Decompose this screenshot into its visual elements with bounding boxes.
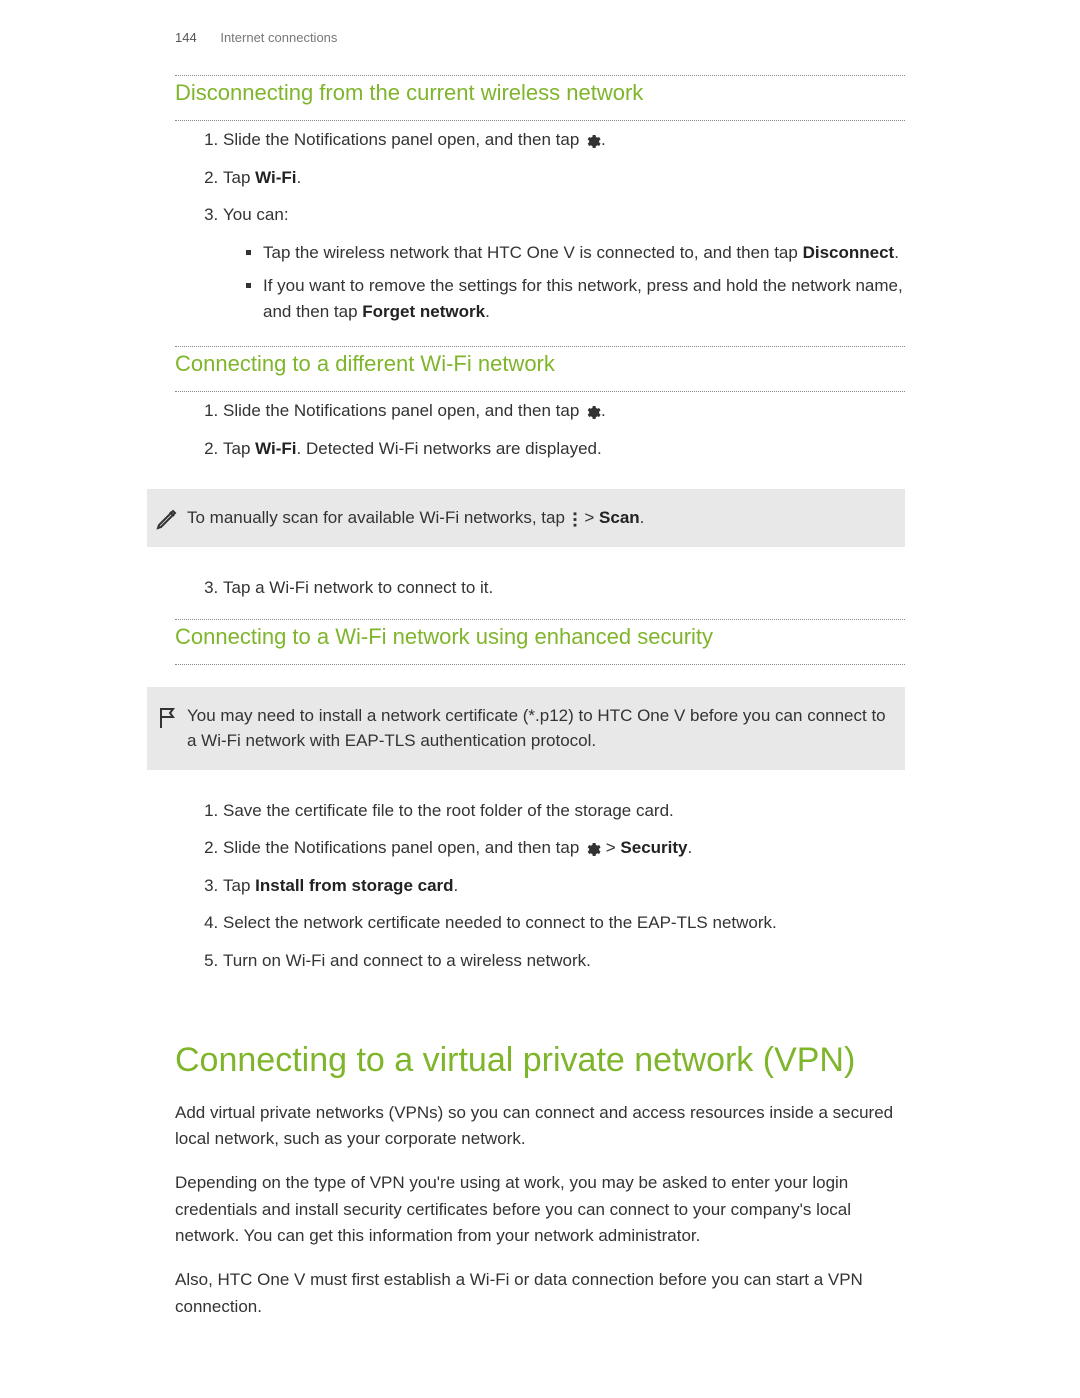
step-text: Select the network certificate needed to…: [223, 913, 777, 932]
body-paragraph: Add virtual private networks (VPNs) so y…: [175, 1100, 905, 1153]
subheading-enhanced-security: Connecting to a Wi-Fi network using enha…: [175, 624, 905, 650]
wifi-label: Wi-Fi: [255, 439, 296, 458]
step-text: .: [297, 168, 302, 187]
section-heading-vpn: Connecting to a virtual private network …: [175, 1039, 905, 1082]
tip-callout: To manually scan for available Wi-Fi net…: [147, 489, 905, 547]
forget-network-label: Forget network: [362, 302, 485, 321]
steps-list: Save the certificate file to the root fo…: [175, 792, 905, 980]
step-text: Slide the Notifications panel open, and …: [223, 401, 584, 420]
security-label: Security: [620, 838, 687, 857]
bullet-text: Tap the wireless network that HTC One V …: [263, 243, 803, 262]
wifi-label: Wi-Fi: [255, 168, 296, 187]
settings-gear-icon: [584, 840, 601, 857]
step-text: .: [601, 401, 606, 420]
bullet-text: .: [485, 302, 490, 321]
bullet-item: Tap the wireless network that HTC One V …: [263, 236, 905, 270]
step-item: Slide the Notifications panel open, and …: [223, 121, 905, 159]
step-item: Tap a Wi-Fi network to connect to it.: [223, 569, 905, 607]
step-text: .: [601, 130, 606, 149]
step-text: Slide the Notifications panel open, and …: [223, 838, 584, 857]
subheading-different-wifi: Connecting to a different Wi-Fi network: [175, 351, 905, 377]
step-item: Save the certificate file to the root fo…: [223, 792, 905, 830]
install-storage-label: Install from storage card: [255, 876, 453, 895]
step-text: Tap: [223, 876, 255, 895]
steps-list: Slide the Notifications panel open, and …: [175, 392, 905, 467]
step-item: Slide the Notifications panel open, and …: [223, 829, 905, 867]
settings-gear-icon: [584, 403, 601, 420]
step-text: Tap: [223, 439, 255, 458]
step-text: .: [454, 876, 459, 895]
callout-body: To manually scan for available Wi-Fi net…: [187, 505, 887, 531]
step-text: .: [688, 838, 693, 857]
overflow-menu-icon: [572, 510, 578, 527]
sub-bullet-list: Tap the wireless network that HTC One V …: [223, 236, 905, 329]
step-text: Tap: [223, 168, 255, 187]
callout-text: .: [640, 508, 645, 527]
step-item: Tap Wi-Fi. Detected Wi-Fi networks are d…: [223, 430, 905, 468]
flag-icon: [147, 703, 187, 729]
bullet-text: If you want to remove the settings for t…: [263, 276, 903, 321]
chapter-title: Internet connections: [220, 30, 337, 45]
divider: [175, 664, 905, 665]
step-item: You can: Tap the wireless network that H…: [223, 196, 905, 334]
step-text: Tap a Wi-Fi network to connect to it.: [223, 578, 493, 597]
scan-label: Scan: [599, 508, 640, 527]
step-text: Save the certificate file to the root fo…: [223, 801, 674, 820]
step-item: Tap Install from storage card.: [223, 867, 905, 905]
callout-text: >: [580, 508, 599, 527]
divider: [175, 619, 905, 620]
body-paragraph: Depending on the type of VPN you're usin…: [175, 1170, 905, 1249]
step-text: . Detected Wi-Fi networks are displayed.: [297, 439, 602, 458]
pencil-icon: [147, 505, 187, 531]
page-number: 144: [175, 30, 197, 45]
bullet-text: .: [894, 243, 899, 262]
step-text: You can:: [223, 205, 289, 224]
subheading-disconnect: Disconnecting from the current wireless …: [175, 80, 905, 106]
step-item: Slide the Notifications panel open, and …: [223, 392, 905, 430]
divider: [175, 75, 905, 76]
running-header: 144 Internet connections: [175, 30, 905, 45]
step-text: Turn on Wi-Fi and connect to a wireless …: [223, 951, 591, 970]
step-item: Tap Wi-Fi.: [223, 159, 905, 197]
body-paragraph: Also, HTC One V must first establish a W…: [175, 1267, 905, 1320]
step-text: Slide the Notifications panel open, and …: [223, 130, 584, 149]
steps-list-continued: Tap a Wi-Fi network to connect to it.: [175, 569, 905, 607]
settings-gear-icon: [584, 132, 601, 149]
step-item: Turn on Wi-Fi and connect to a wireless …: [223, 942, 905, 980]
callout-body: You may need to install a network certif…: [187, 703, 887, 754]
steps-list: Slide the Notifications panel open, and …: [175, 121, 905, 334]
step-item: Select the network certificate needed to…: [223, 904, 905, 942]
disconnect-label: Disconnect: [803, 243, 895, 262]
step-text: >: [601, 838, 620, 857]
bullet-item: If you want to remove the settings for t…: [263, 269, 905, 328]
divider: [175, 346, 905, 347]
prerequisite-callout: You may need to install a network certif…: [147, 687, 905, 770]
callout-text: To manually scan for available Wi-Fi net…: [187, 508, 570, 527]
